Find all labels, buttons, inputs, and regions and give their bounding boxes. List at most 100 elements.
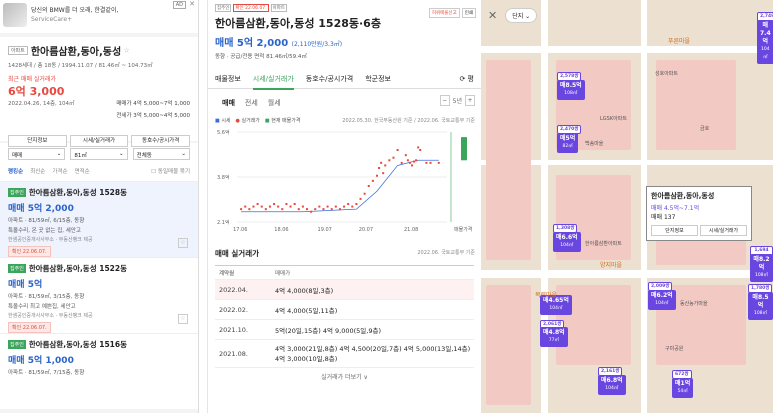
- map-label: 목련마을: [535, 292, 558, 299]
- trade-point: [396, 149, 399, 151]
- price-pin[interactable]: 매8.5억 108㎡: [557, 80, 585, 100]
- chevron-down-icon: ⌄: [181, 151, 186, 157]
- sort-latest[interactable]: 최신순: [30, 167, 45, 175]
- sale-range: 매매가 4억 5,000~7억 1,000: [116, 101, 190, 107]
- y-tick-label: 5.6억: [217, 129, 230, 136]
- pyeong-toggle[interactable]: ⟳ 평: [459, 74, 474, 84]
- listing-agent: 한샘공인중개사사무소 · 부동산뱅크 제공: [8, 313, 93, 319]
- owner-tag: 집주인: [8, 340, 26, 349]
- listing-panel: 당신의 BMW를 더 오래, 한결같이, ServiceCare+ AD ✕ 아파…: [0, 0, 199, 413]
- ad-tag: AD: [172, 1, 186, 9]
- close-icon[interactable]: ✕: [488, 9, 497, 22]
- more-link[interactable]: 실거래가 더보기 ∨: [208, 372, 481, 381]
- trade-point: [425, 161, 428, 164]
- detail-area: 동향 · 공급/전용 면적 81.46㎡/59.4㎡: [215, 54, 307, 60]
- report-button[interactable]: 허위매물신고: [428, 8, 460, 18]
- trade-point: [406, 159, 409, 162]
- price-pin[interactable]: 매6.2억 104㎡: [648, 290, 676, 310]
- ad-line1: 당신의 BMW를 더 오래, 한결같이,: [31, 7, 119, 14]
- subtab-sale[interactable]: 매매: [222, 98, 235, 108]
- trade-point: [380, 161, 383, 164]
- trade-point: [355, 203, 358, 205]
- popup-info-button[interactable]: 단지정보: [651, 225, 698, 236]
- popup-price: 매매 4.5억~7.1억: [651, 205, 700, 212]
- plus-button[interactable]: +: [465, 95, 475, 106]
- trade-point: [314, 208, 317, 211]
- trade-point: [306, 208, 308, 211]
- area-select[interactable]: 81㎡ ⌄: [70, 148, 128, 160]
- star-icon[interactable]: ☆: [123, 47, 129, 55]
- type-tag: 아파트: [8, 46, 28, 55]
- print-button[interactable]: 인쇄: [461, 8, 476, 18]
- trade-point: [400, 161, 403, 164]
- trade-point: [330, 208, 333, 211]
- trade-type-select[interactable]: 매매 ⌄: [8, 148, 66, 160]
- listing-spec: 아파트 · 81/59㎡, 7/15층, 동향: [8, 370, 85, 376]
- price-history-button[interactable]: 시세/실거래가: [69, 135, 129, 147]
- trade-point: [318, 205, 321, 208]
- trade-point: [338, 208, 341, 211]
- star-icon[interactable]: ☆: [178, 314, 188, 324]
- price-pin[interactable]: 매6.6억 104㎡: [553, 232, 581, 252]
- trade-point: [382, 172, 385, 175]
- chevron-down-icon: ⌄: [119, 151, 124, 157]
- price-pin[interactable]: 매4.8억 77㎡: [540, 327, 568, 347]
- trade-point: [408, 161, 411, 164]
- list-item[interactable]: 집주인 한아름삼환,동아,동성 1516동 매매 5억 1,000 아파트 · 8…: [0, 333, 198, 409]
- unit-price-button[interactable]: 동호수/공시가격: [131, 135, 191, 147]
- trade-point: [359, 197, 362, 200]
- minus-button[interactable]: −: [439, 95, 450, 106]
- complex-popup[interactable]: 한아름삼환,동아,동성 매매 4.5억~7.1억 매매 137 단지정보 시세/실…: [646, 186, 752, 241]
- close-icon[interactable]: ✕: [189, 0, 195, 8]
- sort-ranking[interactable]: 랭킹순: [8, 167, 23, 175]
- list-item[interactable]: 집주인 한아름삼환,동아,동성 1528동 매매 5억 2,000 아파트 · 8…: [0, 181, 198, 257]
- period-value: 5년: [452, 98, 462, 105]
- price-pin[interactable]: 매6.8억 104㎡: [598, 375, 626, 395]
- price-pin[interactable]: 매1억 54㎡: [672, 378, 694, 398]
- listing-name: 한아름삼환,동아,동성 1522동: [28, 264, 127, 273]
- y-tick-label: 3.8억: [217, 174, 230, 181]
- x-tick-label: 17.06: [233, 227, 247, 233]
- table-row: 2022.04. 4억 4,000(8일,3층): [215, 280, 474, 300]
- map-label: 양지마을: [600, 262, 623, 269]
- tab-unit-price[interactable]: 동호수/공시가격: [306, 74, 353, 84]
- trade-point: [268, 205, 271, 208]
- map-filter-dropdown[interactable]: 단지 ⌄: [505, 8, 538, 23]
- price-pin[interactable]: 매5억 82㎡: [557, 133, 579, 153]
- subtab-monthly[interactable]: 월세: [268, 98, 281, 108]
- table-row: 2022.02. 4억 4,000(5일,11층): [215, 300, 474, 320]
- x-tick-label: 18.06: [274, 227, 288, 233]
- ad-line2: ServiceCare+: [31, 16, 73, 23]
- price-pin[interactable]: 매8.5억 108㎡: [748, 292, 773, 320]
- trade-point: [429, 161, 432, 164]
- sort-price[interactable]: 가격순: [52, 167, 67, 175]
- trade-point: [404, 154, 407, 157]
- popup-price-button[interactable]: 시세/실거래가: [700, 225, 747, 236]
- trade-point: [301, 205, 304, 208]
- tab-price-history[interactable]: 시세/실거래가: [252, 74, 294, 90]
- map-label: 동산농가마을: [680, 301, 708, 307]
- table-row: 2021.10. 5억(20일,15층) 4억 9,000(5일,9층): [215, 320, 474, 340]
- subtab-jeonse[interactable]: 전세: [245, 98, 258, 108]
- group-same-checkbox[interactable]: ☐ 동일매물 묶기: [151, 167, 190, 175]
- complex-info-button[interactable]: 단지정보: [8, 135, 67, 147]
- chart-legend: ■ 시세 ● 실거래가 ■ 현재 매물가격 2022.05.30. 한국부동산원…: [215, 118, 475, 124]
- trade-subtabs: 매매 전세 월세 −5년 +: [208, 95, 481, 111]
- sort-area[interactable]: 면적순: [75, 167, 90, 175]
- detail-tabs: 매물정보 시세/실거래가 동호수/공시가격 학군정보 ⟳ 평: [208, 69, 481, 90]
- tab-school-info[interactable]: 학군정보: [365, 74, 391, 84]
- price-pin[interactable]: 매7.4억 104㎡: [757, 20, 773, 64]
- listing-spec: 아파트 · 81/59㎡, 3/15층, 동향: [8, 294, 85, 300]
- trade-point: [347, 203, 350, 205]
- trade-point: [411, 164, 413, 167]
- building-select[interactable]: 전체동 ⌄: [132, 148, 190, 160]
- list-item[interactable]: 집주인 한아름삼환,동아,동성 1522동 매매 5억 아파트 · 81/59㎡,…: [0, 257, 198, 333]
- trade-point: [388, 159, 391, 162]
- x-tick-label: 21.08: [404, 227, 418, 233]
- ad-banner[interactable]: 당신의 BMW를 더 오래, 한결같이, ServiceCare+ AD ✕: [0, 0, 198, 33]
- table-row: 2021.08. 4억 3,000(21일,8층) 4억 4,500(20일,7층…: [215, 340, 474, 368]
- listing-name: 한아름삼환,동아,동성 1528동: [28, 188, 127, 197]
- price-pin[interactable]: 매8.2억 108㎡: [750, 254, 773, 282]
- tab-listing-info[interactable]: 매물정보: [215, 74, 241, 84]
- star-icon[interactable]: ☆: [178, 238, 188, 248]
